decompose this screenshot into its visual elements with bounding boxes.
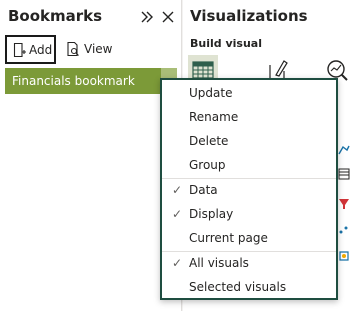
view-icon (67, 41, 79, 57)
view-label: View (84, 42, 113, 56)
menu-check-display: ✓ (172, 207, 183, 221)
menu-item-label: Group (189, 158, 226, 172)
menu-check-data: ✓ (172, 183, 183, 197)
menu-item-update[interactable]: Update (162, 83, 336, 105)
menu-item-display[interactable]: ✓ Display (162, 204, 336, 226)
menu-item-selected-visuals[interactable]: Selected visuals (162, 277, 336, 299)
menu-item-rename[interactable]: Rename (162, 107, 336, 129)
table-icon[interactable] (338, 168, 350, 180)
visualizations-title: Visualizations (190, 7, 308, 25)
scatter-chart-icon[interactable] (338, 224, 350, 236)
menu-item-label: Delete (189, 134, 229, 148)
menu-separator (162, 251, 336, 252)
menu-check-all-visuals: ✓ (172, 256, 183, 270)
map-icon[interactable] (338, 250, 350, 262)
menu-item-label: Rename (189, 110, 239, 124)
menu-item-current-page[interactable]: Current page (162, 228, 336, 250)
bookmarks-pane: Bookmarks Add View Financials bookmark (0, 0, 182, 311)
add-label: Add (29, 43, 53, 57)
menu-item-label: Data (189, 183, 218, 197)
menu-item-label: Display (189, 207, 234, 221)
menu-item-label: Update (189, 86, 233, 100)
close-icon[interactable] (161, 10, 175, 24)
funnel-chart-icon[interactable] (338, 198, 350, 210)
bookmarks-title: Bookmarks (8, 7, 103, 25)
bookmark-item-financials[interactable]: Financials bookmark (5, 68, 177, 94)
bookmark-context-menu: Update Rename Delete Group ✓ Data ✓ Disp… (160, 78, 338, 300)
menu-separator (162, 178, 336, 179)
build-visual-label: Build visual (190, 37, 262, 50)
menu-item-data[interactable]: ✓ Data (162, 180, 336, 202)
bookmark-item-label: Financials bookmark (12, 74, 135, 88)
menu-item-group[interactable]: Group (162, 155, 336, 177)
menu-item-delete[interactable]: Delete (162, 131, 336, 153)
collapse-chevron-icon[interactable] (140, 10, 154, 24)
add-bookmark-icon (13, 42, 26, 58)
ribbon-chart-icon[interactable] (338, 144, 350, 156)
menu-item-label: Current page (189, 231, 268, 245)
add-bookmark-button[interactable]: Add (5, 35, 56, 64)
menu-item-label: Selected visuals (189, 280, 287, 294)
menu-item-all-visuals[interactable]: ✓ All visuals (162, 253, 336, 275)
menu-item-label: All visuals (189, 256, 249, 270)
